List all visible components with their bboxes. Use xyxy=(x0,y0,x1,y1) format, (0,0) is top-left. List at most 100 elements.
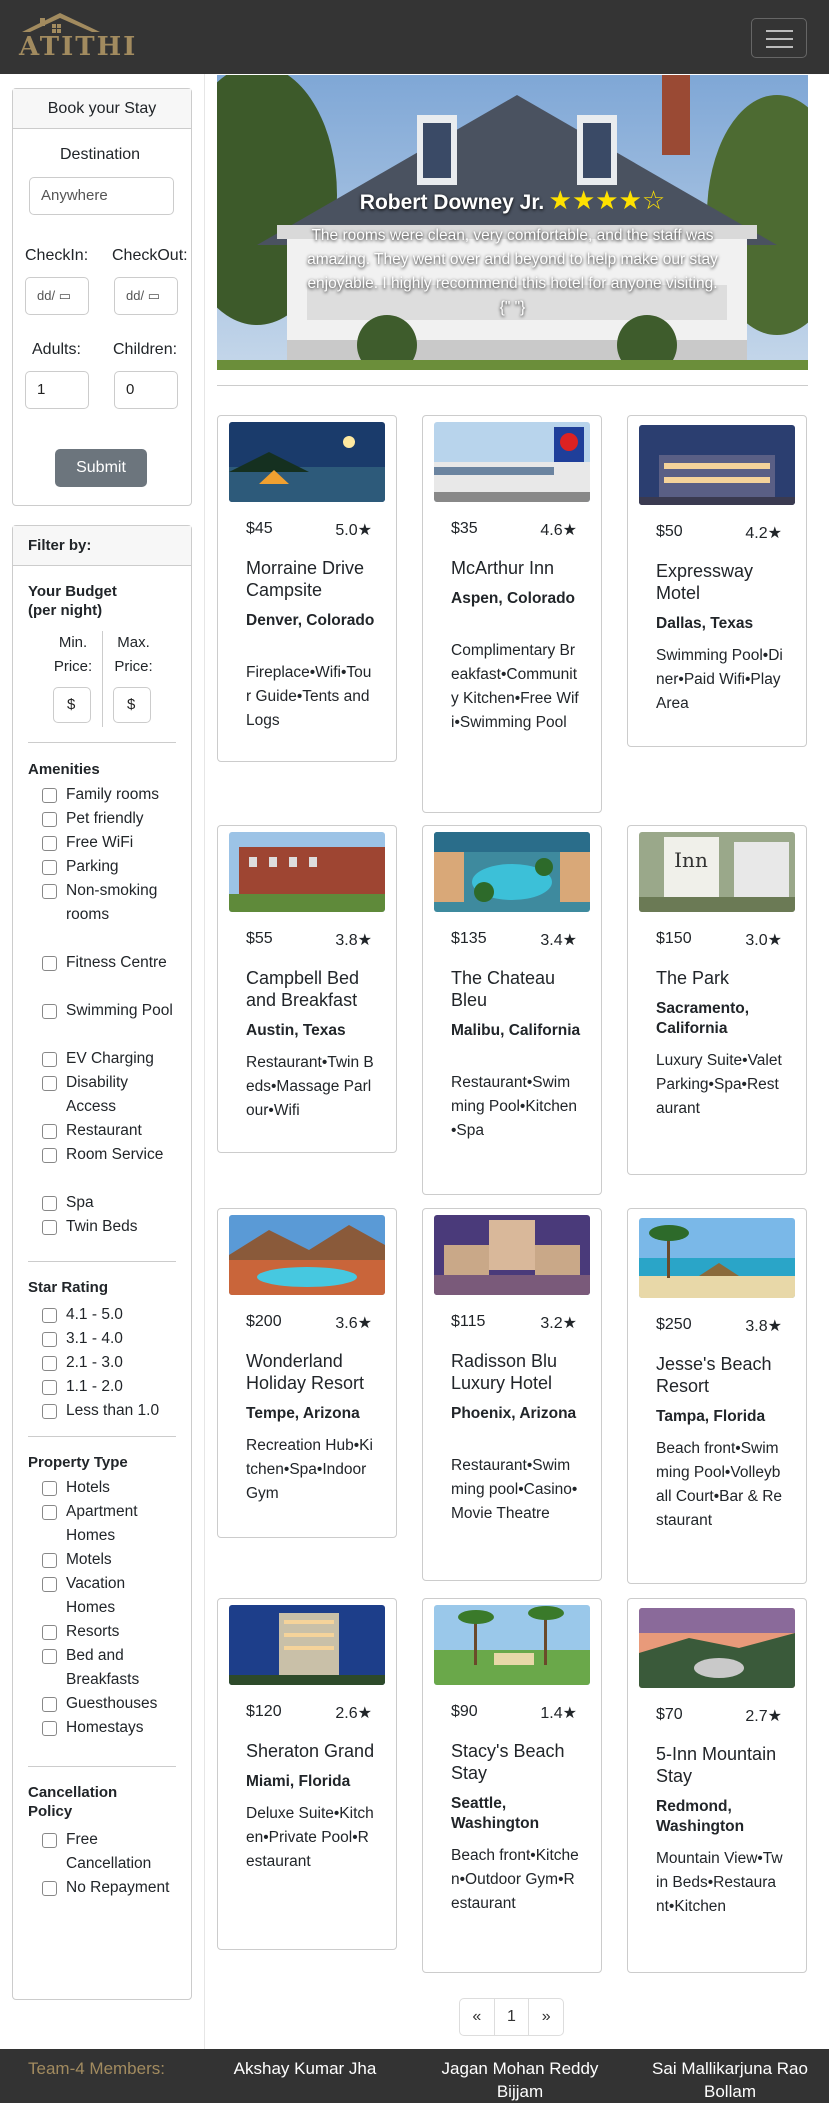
hotel-amenities: Luxury Suite•Valet Parking•Spa•Restauran… xyxy=(656,1052,782,1117)
property_types-checkbox[interactable] xyxy=(42,1625,57,1640)
amenities-checkbox[interactable] xyxy=(42,1220,57,1235)
hotel-location: Tampa, Florida xyxy=(656,1408,766,1425)
amenities-checkbox[interactable] xyxy=(42,836,57,851)
hotel-card[interactable]: $50 4.2★ Expressway Motel Dallas, Texas … xyxy=(627,415,807,747)
next-page-button[interactable]: » xyxy=(529,1999,563,2035)
amenities-checkbox[interactable] xyxy=(42,956,57,971)
property_types-checkbox[interactable] xyxy=(42,1721,57,1736)
stars-checkbox[interactable] xyxy=(42,1404,57,1419)
stars-checkbox[interactable] xyxy=(42,1380,57,1395)
amenities-checkbox[interactable] xyxy=(42,1148,57,1163)
navbar: ATITHI xyxy=(0,0,829,74)
property_types-checkbox[interactable] xyxy=(42,1649,57,1664)
brand-logo[interactable]: ATITHI xyxy=(16,10,135,62)
hotel-card[interactable]: $35 4.6★ McArthur Inn Aspen, Colorado Co… xyxy=(422,415,602,813)
checkin-date-value: dd/ xyxy=(37,288,56,303)
hotel-amenities: Beach front•Kitchen•Outdoor Gym•Restaura… xyxy=(451,1847,579,1912)
hotel-rating: 2.7★ xyxy=(745,1708,782,1725)
hotel-card[interactable]: $115 3.2★ Radisson Blu Luxury Hotel Phoe… xyxy=(422,1208,602,1581)
hotel-card[interactable]: $135 3.4★ The Chateau Bleu Malibu, Calif… xyxy=(422,825,602,1195)
hotel-card[interactable]: $120 2.6★ Sheraton Grand Miami, Florida … xyxy=(217,1598,397,1950)
property_types-checkbox[interactable] xyxy=(42,1697,57,1712)
team-label: Team-4 Members: xyxy=(28,2059,165,2078)
destination-input[interactable]: Anywhere xyxy=(29,177,174,215)
review-carousel[interactable]: Robert Downey Jr. ★★★★☆ The rooms were c… xyxy=(217,75,808,370)
adults-label: Adults: xyxy=(32,341,81,358)
property_types-checkbox[interactable] xyxy=(42,1481,57,1496)
children-input[interactable]: 0 xyxy=(114,371,178,409)
hotel-card[interactable]: $90 1.4★ Stacy's Beach Stay Seattle, Was… xyxy=(422,1598,602,1973)
checkout-date-input[interactable]: dd/ ▭ xyxy=(114,277,178,315)
children-label: Children: xyxy=(113,341,178,358)
hotel-rating: 3.2★ xyxy=(540,1315,577,1332)
cancel_options-checkbox[interactable] xyxy=(42,1881,57,1896)
hotel-name[interactable]: Wonderland Holiday Resort xyxy=(246,1350,386,1394)
stars-checkbox[interactable] xyxy=(42,1332,57,1347)
amenities-checkbox[interactable] xyxy=(42,1124,57,1139)
max-price-input[interactable]: $ xyxy=(113,687,151,723)
amenities-checkbox[interactable] xyxy=(42,1004,57,1019)
amenities-checkbox[interactable] xyxy=(42,884,57,899)
cancel_options-checkbox[interactable] xyxy=(42,1833,57,1848)
brand-name: ATITHI xyxy=(19,32,138,62)
hotel-photo xyxy=(639,1608,795,1688)
hotel-name[interactable]: Morraine Drive Campsite xyxy=(246,557,386,601)
hotel-name[interactable]: Expressway Motel xyxy=(656,560,796,604)
amenities-label: Non-smoking rooms xyxy=(66,882,158,923)
hotel-photo xyxy=(229,1605,385,1685)
hotel-name[interactable]: Sheraton Grand xyxy=(246,1740,386,1762)
min-price-input[interactable]: $ xyxy=(53,687,91,723)
hotel-card[interactable]: $55 3.8★ Campbell Bed and Breakfast Aust… xyxy=(217,825,397,1153)
amenities-label: Family rooms xyxy=(66,786,160,803)
amenities-checkbox[interactable] xyxy=(42,1076,57,1091)
hotel-amenities: Restaurant•Swimming Pool•Kitchen•Spa xyxy=(451,1074,578,1139)
amenities-checkbox[interactable] xyxy=(42,860,57,875)
amenities-checkbox[interactable] xyxy=(42,812,57,827)
amenities-checkbox[interactable] xyxy=(42,788,57,803)
hotel-card[interactable]: $250 3.8★ Jesse's Beach Resort Tampa, Fl… xyxy=(627,1208,807,1584)
hotel-amenities: Complimentary Breakfast•Community Kitche… xyxy=(451,642,579,731)
stars-checkbox[interactable] xyxy=(42,1356,57,1371)
hotel-location: Redmond, Washington xyxy=(656,1798,745,1835)
hamburger-icon-line xyxy=(766,38,793,40)
hotel-card[interactable]: Inn $150 3.0★ The Park Sacramento, Calif… xyxy=(627,825,807,1175)
hotel-name[interactable]: 5-Inn Mountain Stay xyxy=(656,1743,796,1787)
stars-label: 3.1 - 4.0 xyxy=(66,1330,123,1347)
hotel-name[interactable]: Stacy's Beach Stay xyxy=(451,1740,591,1784)
property_types-checkbox[interactable] xyxy=(42,1553,57,1568)
hotel-rating: 1.4★ xyxy=(540,1705,577,1722)
team-member: Akshay Kumar Jha xyxy=(233,2059,377,2078)
submit-button[interactable]: Submit xyxy=(55,449,147,487)
cancellation-title: Cancellation Policy xyxy=(28,1784,118,1820)
hotel-name[interactable]: Campbell Bed and Breakfast xyxy=(246,967,386,1011)
hotel-name[interactable]: Radisson Blu Luxury Hotel xyxy=(451,1350,591,1394)
amenities-checkbox[interactable] xyxy=(42,1052,57,1067)
hotel-amenities: Recreation Hub•Kitchen•Spa•Indoor Gym xyxy=(246,1437,373,1502)
stars-checkbox[interactable] xyxy=(42,1308,57,1323)
hotel-amenities: Deluxe Suite•Kitchen•Private Pool•Restau… xyxy=(246,1805,374,1870)
hotel-photo xyxy=(434,1215,590,1295)
hotel-photo xyxy=(229,832,385,912)
hotel-amenities: Restaurant•Twin Beds•Massage Parlour•Wif… xyxy=(246,1054,374,1119)
hotel-card[interactable]: $45 5.0★ Morraine Drive Campsite Denver,… xyxy=(217,415,397,762)
hotel-name[interactable]: Jesse's Beach Resort xyxy=(656,1353,796,1397)
hotel-name[interactable]: McArthur Inn xyxy=(451,557,591,579)
filter-title: Filter by: xyxy=(13,526,191,566)
page-1-button[interactable]: 1 xyxy=(495,1999,530,2035)
property_types-checkbox[interactable] xyxy=(42,1505,57,1520)
hotel-name[interactable]: The Chateau Bleu xyxy=(451,967,591,1011)
amenities-checkbox[interactable] xyxy=(42,1196,57,1211)
hotel-price: $150 xyxy=(656,930,692,947)
stars-label: Less than 1.0 xyxy=(66,1402,160,1419)
hotel-card[interactable]: $70 2.7★ 5-Inn Mountain Stay Redmond, Wa… xyxy=(627,1598,807,1973)
prev-page-button[interactable]: « xyxy=(460,1999,495,2035)
hotel-name[interactable]: The Park xyxy=(656,967,796,989)
amenities-label: Restaurant xyxy=(66,1122,142,1139)
checkin-date-input[interactable]: dd/ ▭ xyxy=(25,277,89,315)
amenities-label: Spa xyxy=(66,1194,94,1211)
property_types-checkbox[interactable] xyxy=(42,1577,57,1592)
menu-toggle-button[interactable] xyxy=(751,18,807,58)
hotel-price: $45 xyxy=(246,520,273,537)
hotel-card[interactable]: $200 3.6★ Wonderland Holiday Resort Temp… xyxy=(217,1208,397,1538)
adults-input[interactable]: 1 xyxy=(25,371,89,409)
